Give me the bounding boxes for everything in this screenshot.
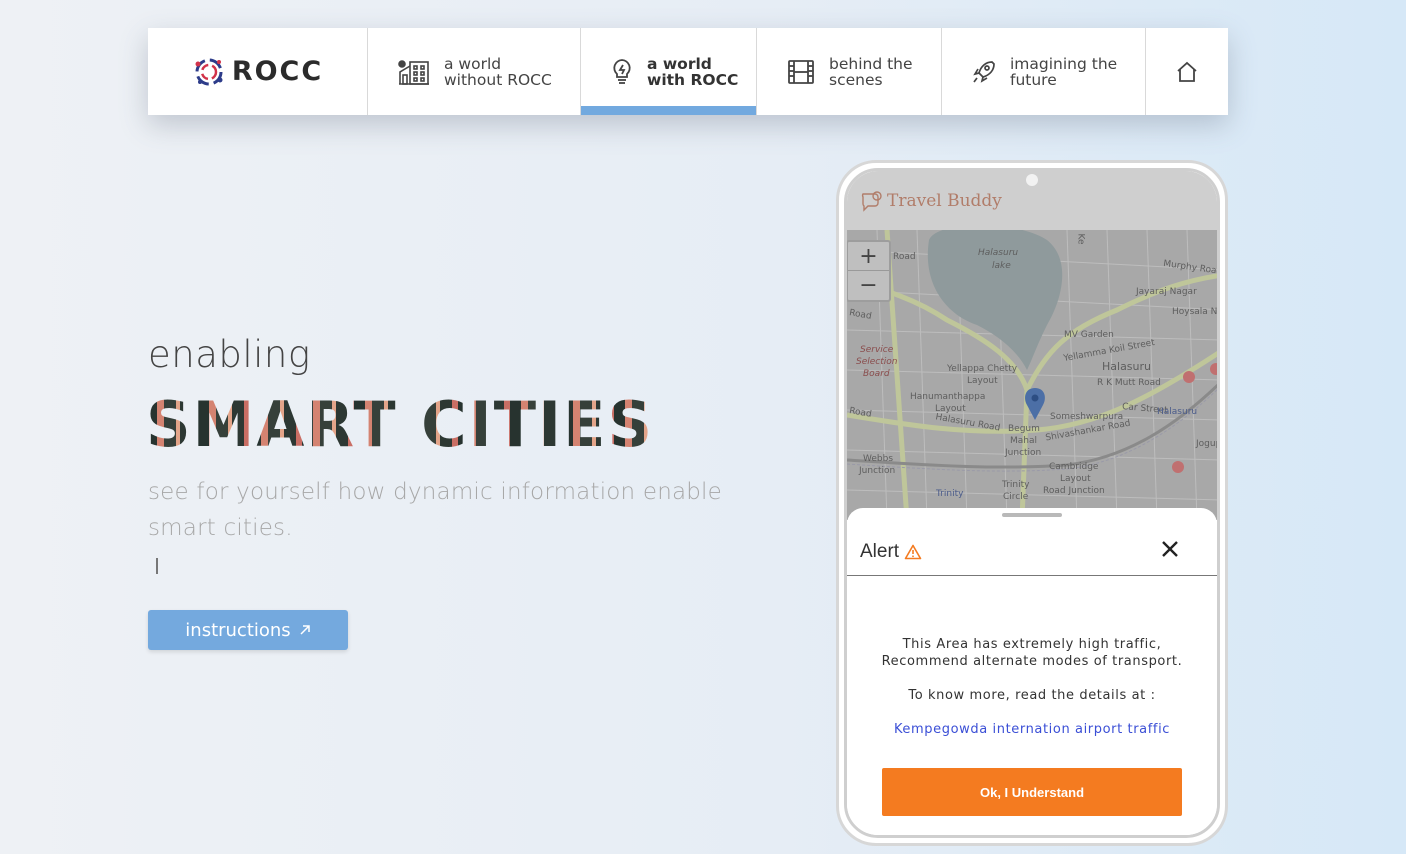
map-label: Begum: [1008, 424, 1040, 434]
lightbulb-icon: [613, 58, 631, 84]
warning-icon: [904, 544, 922, 559]
map-label: Jayaraj Nagar: [1136, 287, 1197, 297]
zoom-in-button[interactable]: +: [848, 242, 889, 271]
ok-understand-button[interactable]: Ok, I Understand: [882, 768, 1182, 816]
map-label: Trinity: [1002, 480, 1030, 490]
hero-headline: SMART CITIES: [146, 388, 655, 461]
nav-item-without-rocc[interactable]: a world without ROCC: [368, 28, 581, 115]
map-label: Webbs: [863, 454, 894, 464]
map-graphic: [847, 230, 1217, 520]
map-label: Road Junction: [1043, 486, 1105, 496]
map-label: Junction: [1005, 448, 1042, 458]
alert-header: Alert: [847, 528, 1217, 576]
map-view[interactable]: + − Road Halasuru lake Murphy Road Jayar…: [847, 230, 1217, 520]
map-label: Jogupal: [1196, 439, 1217, 449]
nav-item-behind-the-scenes[interactable]: behind the scenes: [757, 28, 942, 115]
phone-screen: Travel Buddy + − Road Halasuru lake Murp…: [844, 168, 1220, 838]
map-label: Hanumanthappa: [910, 392, 986, 402]
map-label: Halasuru: [1102, 360, 1152, 373]
home-icon: [1177, 61, 1197, 82]
map-label: Service: [860, 345, 894, 355]
map-label: Mahal: [1010, 436, 1037, 446]
instructions-button[interactable]: instructions: [148, 610, 348, 650]
zoom-out-button[interactable]: −: [848, 271, 889, 300]
nav-item-with-rocc[interactable]: a world with ROCC: [581, 28, 757, 115]
nav-label: a world without ROCC: [444, 54, 552, 89]
map-label: Trinity: [936, 489, 964, 499]
map-label: Halasuru: [978, 248, 1019, 258]
alert-message: This Area has extremely high traffic, Re…: [881, 637, 1183, 669]
map-label: Circle: [1003, 492, 1029, 502]
app-title: Travel Buddy: [887, 190, 1002, 211]
film-icon: [788, 59, 814, 84]
alert-more-info: To know more, read the details at :: [908, 688, 1156, 703]
instructions-label: instructions: [185, 619, 291, 641]
rocc-logo[interactable]: ROCC: [148, 28, 368, 115]
home-button[interactable]: [1146, 28, 1228, 115]
map-label: R K Mutt Road: [1097, 378, 1161, 388]
traffic-details-link[interactable]: Kempegowda internation airport traffic: [894, 722, 1170, 737]
hero-enabling: enabling: [148, 333, 311, 376]
alert-sheet: Alert This Area has extremely high traff…: [847, 508, 1217, 835]
alert-title: Alert: [860, 540, 900, 562]
nav-item-imagining-the-future[interactable]: imagining the future: [942, 28, 1146, 115]
close-icon[interactable]: [1161, 540, 1179, 558]
map-label: Yellappa Chetty: [947, 364, 1018, 374]
map-label: lake: [992, 261, 1011, 271]
building-icon: [398, 59, 429, 85]
map-label: Road: [893, 252, 916, 262]
travel-buddy-logo-icon: [861, 190, 882, 212]
map-label: Layout: [1060, 474, 1091, 484]
map-label: Halasuru: [1157, 407, 1198, 417]
map-label: Layout: [967, 376, 998, 386]
rocc-logo-icon: [195, 58, 223, 85]
alert-body: This Area has extremely high traffic, Re…: [867, 636, 1197, 755]
arrow-up-right-icon: [300, 625, 310, 635]
map-zoom-control: + −: [847, 240, 891, 302]
sheet-drag-handle[interactable]: [1002, 513, 1062, 517]
nav-label: behind the scenes: [829, 54, 913, 89]
top-nav: ROCC a world without ROCC a world with ROC…: [148, 28, 1228, 115]
map-label: MV Garden: [1064, 330, 1114, 340]
hero-subtitle: see for yourself how dynamic information…: [148, 479, 723, 541]
map-label: Hoysala Naga: [1172, 307, 1217, 317]
text-cursor: [156, 558, 158, 574]
logo-text: ROCC: [231, 56, 324, 87]
rocket-icon: [973, 60, 995, 83]
map-label: Cambridge: [1049, 462, 1099, 472]
map-label: Selection: [856, 357, 898, 367]
map-label: Board: [863, 369, 890, 379]
map-label: Ke: [1075, 233, 1086, 245]
nav-label: a world with ROCC: [647, 54, 739, 89]
nav-label: imagining the future: [1010, 54, 1118, 89]
camera-notch: [1026, 174, 1038, 186]
phone-mockup: Travel Buddy + − Road Halasuru lake Murp…: [836, 160, 1228, 846]
map-label: Junction: [859, 466, 896, 476]
